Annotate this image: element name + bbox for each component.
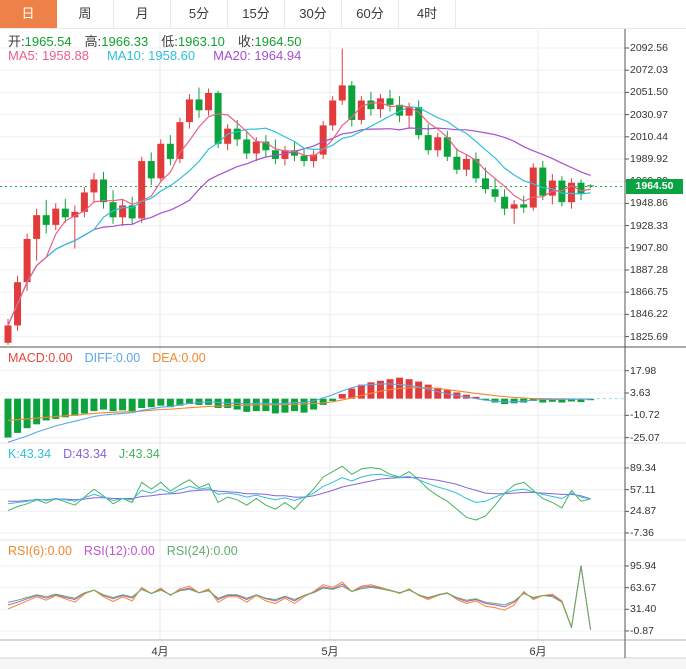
y-tick-label: 1928.33 <box>630 219 668 232</box>
y-tick-label: 89.34 <box>630 462 657 474</box>
diff-value: DIFF:0.00 <box>84 351 141 365</box>
tab-5m[interactable]: 5分 <box>171 0 228 28</box>
y-tick-label: 2030.97 <box>630 108 668 121</box>
open-label: 开: <box>8 34 25 49</box>
y-tick-label: 1846.22 <box>630 308 668 321</box>
close-label: 收: <box>237 34 255 49</box>
tab-30m[interactable]: 30分 <box>285 0 342 28</box>
y-tick-label: 1989.92 <box>630 152 668 165</box>
y-tick-label: 57.11 <box>630 483 656 496</box>
y-tick-label: 17.98 <box>630 364 657 377</box>
y-tick-label: -25.07 <box>630 431 660 444</box>
kdj-header: K:43.34 D:43.34 J:43.34 <box>8 447 160 461</box>
y-tick-label: 31.40 <box>630 603 657 616</box>
macd-value: MACD:0.00 <box>8 351 73 365</box>
y-tick-label: 24.87 <box>630 505 657 518</box>
y-tick-label: -0.87 <box>630 624 654 637</box>
y-tick-label: 2092.56 <box>630 42 668 54</box>
footer-strip <box>0 659 686 669</box>
tab-15m[interactable]: 15分 <box>228 0 285 28</box>
dea-value: DEA:0.00 <box>152 351 206 365</box>
k-value: K:43.34 <box>8 447 52 461</box>
open-value: 1965.54 <box>24 34 72 49</box>
tab-1d[interactable]: 日 <box>0 0 57 28</box>
x-axis-label: 4月 <box>151 646 169 658</box>
y-tick-label: 1907.80 <box>630 241 668 254</box>
rsi12-value: RSI(12):0.00 <box>83 544 155 558</box>
ma5-value: MA5: 1958.88 <box>8 48 89 63</box>
y-tick-label: 1948.86 <box>630 197 668 210</box>
low-label: 低: <box>161 34 178 49</box>
x-axis-label: 6月 <box>529 646 547 658</box>
y-tick-label: -10.72 <box>630 409 660 422</box>
high-value: 1966.33 <box>101 34 149 49</box>
tab-4h[interactable]: 4时 <box>399 0 456 28</box>
tab-1mo[interactable]: 月 <box>114 0 171 28</box>
chart-canvas[interactable] <box>0 0 686 669</box>
y-tick-label: 2051.50 <box>630 86 668 99</box>
y-tick-label: 1866.75 <box>630 286 668 299</box>
ma-bar: MA5: 1958.88 MA10: 1958.60 MA20: 1964.94 <box>8 48 301 63</box>
ma10-value: MA10: 1958.60 <box>106 48 196 63</box>
y-tick-label: 3.63 <box>630 387 651 399</box>
tab-60m[interactable]: 60分 <box>342 0 399 28</box>
y-tick-label: 1887.28 <box>630 263 668 276</box>
low-value: 1963.10 <box>177 34 225 49</box>
current-price-tag: 1964.50 <box>626 179 683 194</box>
rsi6-value: RSI(6):0.00 <box>8 544 72 558</box>
period-tabbar: 日 周 月 5分 15分 30分 60分 4时 <box>0 0 686 29</box>
y-tick-label: -7.36 <box>630 526 654 539</box>
y-tick-label: 63.67 <box>630 581 657 594</box>
close-value: 1964.50 <box>254 34 302 49</box>
y-tick-label: 1825.69 <box>630 330 668 343</box>
kline-chart-app: 日 周 月 5分 15分 30分 60分 4时 开:1965.54 高:1966… <box>0 0 686 669</box>
ma20-value: MA20: 1964.94 <box>213 48 302 63</box>
y-tick-label: 2010.44 <box>630 130 668 143</box>
high-label: 高: <box>84 34 102 49</box>
macd-header: MACD:0.00 DIFF:0.00 DEA:0.00 <box>8 351 206 365</box>
x-axis-label: 5月 <box>321 646 339 658</box>
rsi-header: RSI(6):0.00 RSI(12):0.00 RSI(24):0.00 <box>8 544 238 558</box>
d-value: D:43.34 <box>63 447 107 461</box>
y-tick-label: 95.94 <box>630 560 657 572</box>
tab-1w[interactable]: 周 <box>57 0 114 28</box>
j-value: J:43.34 <box>118 447 160 461</box>
y-tick-label: 2072.03 <box>630 64 668 77</box>
rsi24-value: RSI(24):0.00 <box>166 544 238 558</box>
